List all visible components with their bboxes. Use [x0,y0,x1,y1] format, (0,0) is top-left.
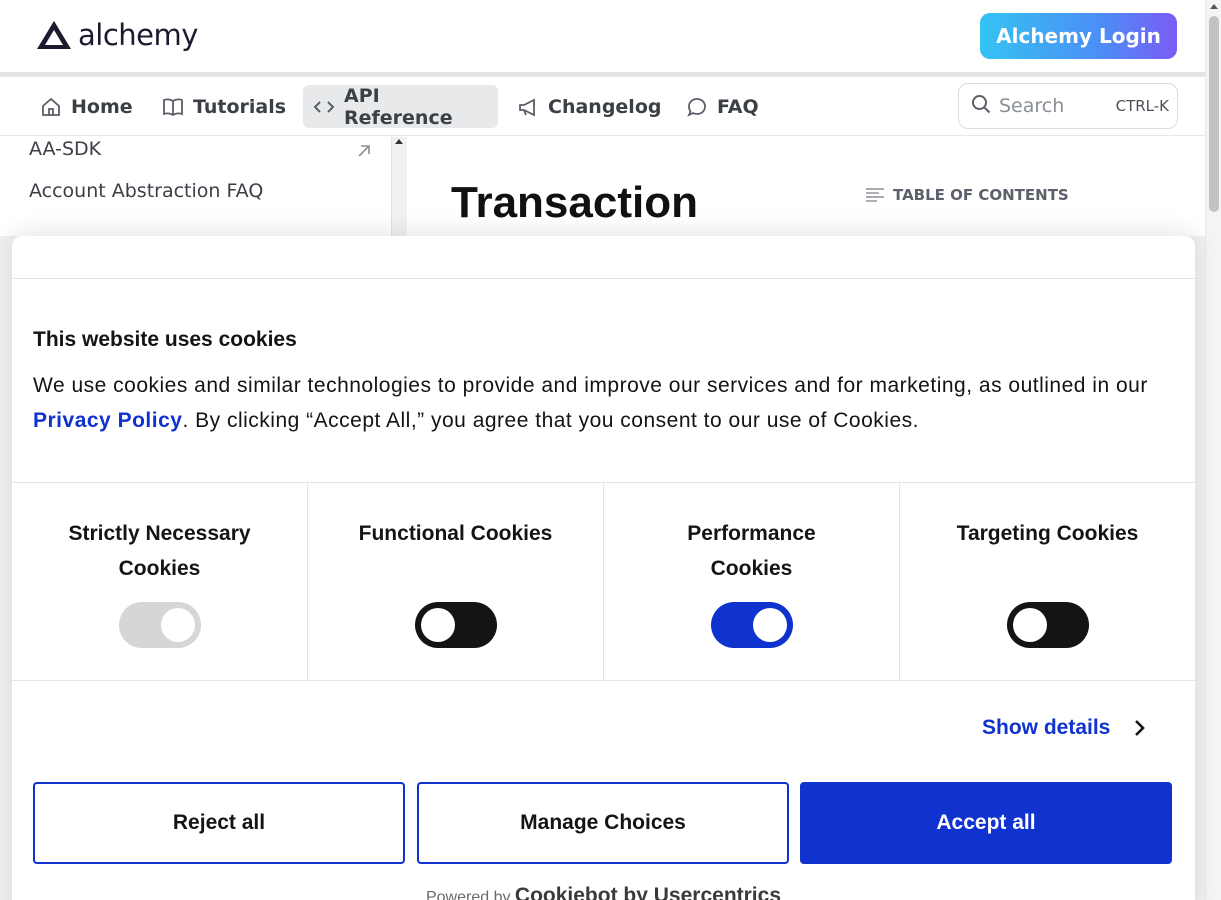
category-label: Strictly Necessary Cookies [68,522,251,580]
show-details-link[interactable]: Show details [982,716,1146,740]
alchemy-login-button[interactable]: Alchemy Login [980,13,1177,59]
category-functional: Functional Cookies [308,483,604,680]
toc-label: TABLE OF CONTENTS [893,186,1069,204]
scroll-up-arrow-icon[interactable] [395,139,403,144]
megaphone-icon [517,96,539,118]
nav-faq[interactable]: FAQ [676,85,769,128]
nav-changelog-label: Changelog [548,95,662,118]
sidebar-item-aa-sdk[interactable]: AA-SDK [29,138,101,160]
category-performance: Performance Cookies [604,483,900,680]
accept-all-button[interactable]: Accept all [800,782,1172,864]
search-box[interactable]: Search CTRL-K [958,83,1178,129]
alchemy-logo[interactable]: alchemy [36,18,198,52]
category-targeting: Targeting Cookies [900,483,1195,680]
dialog-top-divider [12,278,1195,279]
top-nav: Home Tutorials API Reference Changelog F… [0,77,1205,136]
chat-bubble-icon [686,96,708,118]
category-label: Targeting Cookies [956,522,1139,545]
cookiebot-brand[interactable]: Cookiebot by Usercentrics [515,884,781,900]
page-title: Transaction [451,178,698,227]
show-details-label: Show details [982,716,1111,739]
powered-prefix: Powered by [425,889,511,900]
cookie-categories: Strictly Necessary Cookies Functional Co… [12,482,1195,681]
nav-changelog[interactable]: Changelog [507,85,671,128]
nav-faq-label: FAQ [717,95,759,118]
sidebar-item-account-abstraction-faq[interactable]: Account Abstraction FAQ [29,180,263,202]
manage-choices-button[interactable]: Manage Choices [417,782,789,864]
search-placeholder: Search [999,95,1065,117]
table-of-contents-heading: TABLE OF CONTENTS [865,186,1069,204]
logo-text: alchemy [78,18,198,52]
nav-api-reference-label: API Reference [344,84,453,129]
cookie-body-before: We use cookies and similar technologies … [33,374,1148,397]
functional-cookies-toggle[interactable] [414,602,497,648]
code-icon [313,96,335,118]
top-header: alchemy Alchemy Login [0,0,1205,72]
search-shortcut: CTRL-K [1115,97,1169,115]
window-scroll-up-icon[interactable] [1210,4,1218,9]
performance-cookies-toggle[interactable] [710,602,793,648]
nav-home-label: Home [71,95,133,118]
nav-tutorials-label: Tutorials [193,95,287,118]
book-icon [162,96,184,118]
toggle-knob [752,608,787,642]
cookie-consent-dialog: This website uses cookies We use cookies… [12,236,1195,900]
category-label: Functional Cookies [358,522,553,545]
category-label: Performance Cookies [687,522,816,580]
sidebar: AA-SDK Account Abstraction FAQ [0,137,407,237]
chevron-right-icon [1135,720,1146,736]
powered-by: Powered by Cookiebot by Usercentrics [12,884,1195,900]
reject-all-button[interactable]: Reject all [33,782,405,864]
cookie-description: We use cookies and similar technologies … [33,368,1183,438]
cookie-body-after: . By clicking “Accept All,” you agree th… [182,409,919,432]
search-icon [971,94,991,118]
cookie-title: This website uses cookies [33,328,297,351]
targeting-cookies-toggle[interactable] [1006,602,1089,648]
window-scrollbar[interactable] [1205,0,1221,900]
nav-tutorials[interactable]: Tutorials [152,85,296,128]
alchemy-logo-icon [37,21,71,49]
window-scroll-thumb[interactable] [1209,16,1219,212]
toggle-knob [420,608,455,642]
nav-home[interactable]: Home [30,85,143,128]
category-strictly-necessary: Strictly Necessary Cookies [12,483,308,680]
toggle-knob [160,608,195,642]
home-icon [40,96,62,118]
sidebar-scrollbar[interactable] [391,137,407,237]
toggle-knob [1012,608,1047,642]
list-icon [866,188,884,202]
strictly-necessary-toggle [118,602,201,648]
privacy-policy-link[interactable]: Privacy Policy [33,409,182,432]
external-link-icon [358,145,370,157]
nav-api-reference[interactable]: API Reference [303,84,498,129]
